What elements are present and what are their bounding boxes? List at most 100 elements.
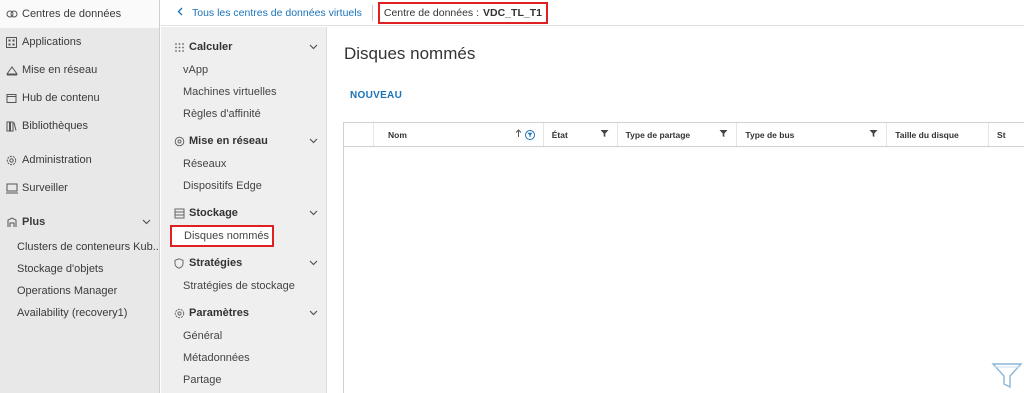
chevron-down-icon [309,307,318,319]
secnav-item-general[interactable]: Général [161,325,326,347]
datacenter-prefix: Centre de données : [383,6,480,19]
secnav-item-storage-policies[interactable]: Stratégies de stockage [161,275,326,297]
empty-grid-icon [990,361,1024,391]
secondary-navigation: Calculer vApp Machines virtuelles Règles… [161,27,327,393]
storage-icon [173,207,185,219]
secnav-item-vms[interactable]: Machines virtuelles [161,81,326,103]
nav-item-monitor[interactable]: Surveiller [0,174,159,202]
datacenter-icon [5,8,18,21]
filter-active-icon[interactable] [524,129,535,140]
column-label: Type de partage [625,129,691,140]
plus-group-icon [5,216,18,229]
column-label: Nom [387,129,407,140]
column-header-sharing-type[interactable]: Type de partage [618,123,738,146]
section-title: Stratégies [189,257,243,269]
nav-group-plus[interactable]: Plus [0,208,159,236]
section-title: Mise en réseau [189,135,268,147]
sort-ascending-icon[interactable] [515,129,522,140]
nav-item-label: Applications [22,36,82,48]
column-label: État [551,129,568,140]
secnav-item-metadata[interactable]: Métadonnées [161,347,326,369]
gear-icon [5,154,18,167]
section-title: Stockage [189,207,238,219]
chevron-down-icon [309,207,318,219]
nav-sub-item-object-storage[interactable]: Stockage d'objets [0,258,159,280]
back-link-label: Tous les centres de données virtuels [192,6,362,19]
back-to-vdcs-link[interactable]: Tous les centres de données virtuels [161,7,362,19]
nav-item-label: Mise en réseau [22,64,98,76]
network-icon [5,64,18,77]
section-strategies[interactable]: Stratégies [161,251,326,275]
column-label: Taille du disque [895,129,959,140]
nav-item-applications[interactable]: Applications [0,28,159,56]
nav-item-label: Bibliothèques [22,120,89,132]
column-header-status[interactable]: État [544,123,618,146]
select-column-header [344,123,374,146]
divider [371,4,373,21]
left-navigation: Centres de données Applications Mise en … [0,0,160,393]
page-title: Disques nommés [344,44,476,63]
column-label: Type de bus [745,129,795,140]
compute-icon [173,41,185,53]
named-disks-datagrid: Nom État Type de partage Type de bus Tai… [343,122,1024,393]
section-title: Calculer [189,41,233,53]
nav-item-label: Surveiller [22,182,68,194]
column-header-disk-size[interactable]: Taille du disque [887,123,990,146]
column-header-bus-type[interactable]: Type de bus [737,123,888,146]
new-button[interactable]: NOUVEAU [350,90,402,101]
secnav-item-networks[interactable]: Réseaux [161,153,326,175]
nav-sub-item-kubernetes[interactable]: Clusters de conteneurs Kub... [0,236,159,258]
shield-icon [173,257,185,269]
section-mise-en-reseau[interactable]: Mise en réseau [161,129,326,153]
section-calculer[interactable]: Calculer [161,35,326,59]
chevron-down-icon [309,41,318,53]
network-icon [173,135,185,147]
section-stockage[interactable]: Stockage [161,201,326,225]
chevron-down-icon [309,257,318,269]
secnav-item-vapp[interactable]: vApp [161,59,326,81]
main-content: Disques nommés NOUVEAU Nom État Type de … [328,27,1024,393]
filter-icon[interactable] [869,129,878,140]
secnav-item-edge-gateways[interactable]: Dispositifs Edge [161,175,326,197]
breadcrumb: Tous les centres de données virtuels Cen… [161,0,1024,26]
nav-item-content-hub[interactable]: Hub de contenu [0,84,159,112]
applications-icon [5,36,18,49]
section-title: Paramètres [189,307,249,319]
nav-item-label: Administration [22,154,92,166]
nav-item-libraries[interactable]: Bibliothèques [0,112,159,140]
section-parametres[interactable]: Paramètres [161,301,326,325]
chevron-down-icon [142,216,151,228]
section-header: Mise en réseau [173,135,268,147]
datacenter-name: VDC_TL_T1 [483,6,542,19]
content-hub-icon [5,92,18,105]
nav-item-label: Centres de données [22,8,122,20]
section-header: Stockage [173,207,238,219]
column-controls [515,129,535,140]
library-icon [5,120,18,133]
column-label: St [997,129,1006,140]
section-header: Calculer [173,41,232,53]
nav-sub-item-availability[interactable]: Availability (recovery1) [0,302,159,324]
nav-item-label: Hub de contenu [22,92,100,104]
secnav-item-sharing[interactable]: Partage [161,369,326,391]
current-datacenter-label: Centre de données : VDC_TL_T1 [377,1,548,24]
gear-icon [173,307,185,319]
plus-label: Plus [22,216,46,228]
filter-icon[interactable] [600,129,609,140]
column-header-name[interactable]: Nom [374,123,544,146]
plus-group-header: Plus [5,216,45,229]
monitor-icon [5,182,18,195]
filter-icon[interactable] [719,129,728,140]
section-header: Stratégies [173,257,242,269]
secnav-item-named-disks[interactable]: Disques nommés [170,225,274,247]
chevron-down-icon [309,135,318,147]
datagrid-header: Nom État Type de partage Type de bus Tai… [344,123,1024,147]
nav-item-datacenters[interactable]: Centres de données [0,0,159,28]
nav-sub-item-operations-manager[interactable]: Operations Manager [0,280,159,302]
chevron-left-icon [177,7,183,19]
secnav-item-affinity-rules[interactable]: Règles d'affinité [161,103,326,125]
column-header-storage-policy[interactable]: St [989,123,1024,146]
nav-item-administration[interactable]: Administration [0,146,159,174]
nav-item-networking[interactable]: Mise en réseau [0,56,159,84]
